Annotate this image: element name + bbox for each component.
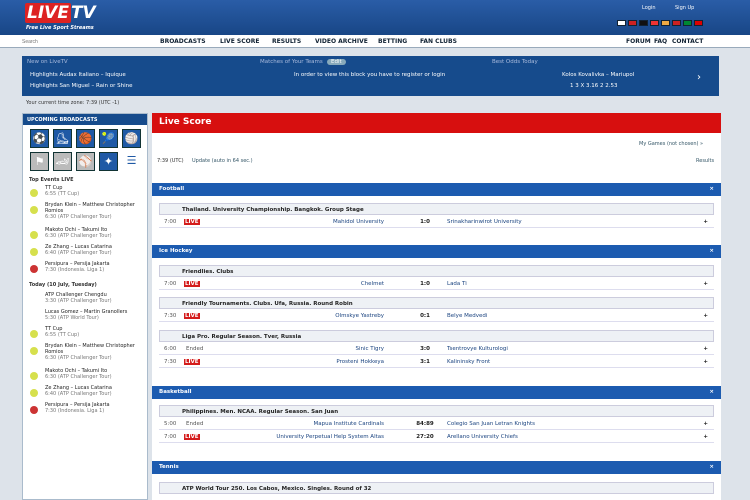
league-row[interactable]: Friendlies. Clubs (159, 265, 714, 277)
ball-icon (30, 189, 38, 197)
close-icon: × (709, 248, 714, 254)
league-row[interactable]: Philippines. Men. NCAA. Regular Season. … (159, 405, 714, 417)
news-bar: New on LiveTV Highlights Audax Italiano … (22, 56, 719, 96)
section-basketball[interactable]: Basketball × (152, 386, 721, 399)
table-row[interactable]: 7:30 LIVE Olmskye Yastreby 0:1 Belye Medvedi… (159, 310, 714, 322)
table-row[interactable]: 7:00 LIVE University Perpetual Help System… (159, 431, 714, 443)
odds-values[interactable]: 1 3 X 3.16 2 2.53 (570, 83, 618, 89)
my-games-link[interactable]: My Games (not chosen) » (639, 141, 703, 147)
close-icon: × (709, 464, 714, 470)
current-time: 7:39 (UTC) (157, 158, 184, 164)
search-input[interactable] (22, 37, 152, 46)
league-row[interactable]: ATP World Tour 250. Los Cabos, Mexico. S… (159, 482, 714, 494)
login-link[interactable]: Login (642, 5, 656, 11)
ball-icon (30, 248, 38, 256)
list-item[interactable]: Brydan Klein – Matthew Christopher Romio… (23, 343, 147, 368)
next-arrow-icon[interactable]: › (697, 72, 701, 83)
section-tennis[interactable]: Tennis × (152, 461, 721, 474)
league-row[interactable]: Thailand. University Championship. Bangk… (159, 203, 714, 215)
list-item[interactable]: Makoto Ochi – Takumi Ito 6:30 (ATP Challe… (23, 227, 147, 244)
update-link[interactable]: Update (auto in 64 sec.) (192, 158, 253, 164)
highlight-2[interactable]: Highlights San Miguel – Rain or Shine (30, 83, 133, 89)
close-icon: × (709, 186, 714, 192)
nav-forum[interactable]: FORUM (626, 38, 651, 45)
table-row[interactable]: 7:30 LIVE Prosteni Hokkeya 3:1 Kalininsky Fr… (159, 356, 714, 368)
signup-link[interactable]: Sign Up (675, 5, 694, 11)
sport-athletics-icon[interactable]: ✦ (99, 152, 118, 171)
language-flags[interactable] (617, 20, 703, 26)
tagline: Free Live Sport Streams (26, 25, 94, 31)
nav-broadcasts[interactable]: BROADCASTS (160, 38, 206, 45)
nav-contact[interactable]: CONTACT (672, 38, 703, 45)
sidebar-title: UPCOMING BROADCASTS (23, 114, 147, 125)
sport-football-icon[interactable]: ⚽ (30, 129, 49, 148)
ball-icon (30, 406, 38, 414)
new-title: New on LiveTV (27, 59, 68, 65)
sport-tennis-icon[interactable]: 🎾 (99, 129, 118, 148)
ball-icon (30, 347, 38, 355)
results-link[interactable]: Results (696, 158, 714, 164)
odds-title: Best Odds Today (492, 59, 538, 65)
nav-fan-clubs[interactable]: FAN CLUBS (420, 38, 457, 45)
league-row[interactable]: Friendly Tournaments. Clubs. Ufa, Russia… (159, 297, 714, 309)
nav-results[interactable]: RESULTS (272, 38, 301, 45)
highlight-1[interactable]: Highlights Audax Italiano – Iquique (30, 72, 126, 78)
list-item[interactable]: Ze Zhang – Lucas Catarina 6:40 (ATP Chall… (23, 244, 147, 261)
main-nav: BROADCASTS LIVE SCORE RESULTS VIDEO ARCH… (0, 35, 750, 48)
site-header: LIVE TV Free Live Sport Streams Login Sig… (0, 0, 750, 35)
list-item[interactable]: Persipura – Persija Jakarta 7:30 (Indones… (23, 402, 147, 419)
ball-icon (30, 206, 38, 214)
close-icon: × (709, 389, 714, 395)
top-events-title: Top Events LIVE (29, 177, 74, 183)
ball-icon (30, 231, 38, 239)
sidebar: UPCOMING BROADCASTS ⚽ ⛸ 🏀 🎾 🏐 ⚑ 🏎 ⚾ ✦ ☰ Top Even… (22, 113, 148, 500)
section-ice-hockey[interactable]: Ice Hockey × (152, 245, 721, 258)
ball-icon (30, 389, 38, 397)
live-score-panel: Live Score My Games (not chosen) » 7:39 … (152, 113, 721, 500)
sport-hockey-icon[interactable]: ⛸ (53, 129, 72, 148)
page-title: Live Score (152, 113, 721, 133)
list-item[interactable]: TT Cup 6:55 (TT Cup) (23, 326, 147, 343)
list-item[interactable]: TT Cup 6:55 (TT Cup) (23, 185, 147, 202)
section-football[interactable]: Football × (152, 183, 721, 196)
nav-live-score[interactable]: LIVE SCORE (220, 38, 259, 45)
table-row[interactable]: 6:00 Ended Sinic Tigry 3:0 Tsentrovye Kultur… (159, 343, 714, 355)
table-row[interactable]: 7:00 LIVE Mahidol University 1:0 Srinakharin… (159, 216, 714, 228)
timezone-text: Your current time zone: 7:39 (UTC -1) (26, 100, 120, 106)
sport-handball-icon[interactable]: ⚾ (76, 152, 95, 171)
list-item[interactable]: Makoto Ochi – Takumi Ito 6:30 (ATP Challe… (23, 368, 147, 385)
nav-faq[interactable]: FAQ (654, 38, 667, 45)
sport-basketball-icon[interactable]: 🏀 (76, 129, 95, 148)
table-row[interactable]: 7:00 LIVE Chelmet 1:0 Lada Ti + (159, 278, 714, 290)
list-item[interactable]: Persipura – Persija Jakarta 7:30 (Indones… (23, 261, 147, 278)
teams-message[interactable]: In order to view this block you have to … (294, 72, 445, 78)
sport-motor-icon[interactable]: 🏎 (53, 152, 72, 171)
odds-match[interactable]: Kolos Kovalivka – Mariupol (562, 72, 634, 78)
sport-volleyball-icon[interactable]: 🏐 (122, 129, 141, 148)
edit-button[interactable]: Edit (327, 59, 346, 65)
list-item[interactable]: Lucas Gomez – Martin Granollers 5:30 (ATP… (23, 309, 147, 326)
today-title: Today (10 July, Tuesday) (29, 282, 97, 288)
nav-betting[interactable]: BETTING (378, 38, 407, 45)
ball-icon (30, 372, 38, 380)
league-row[interactable]: Liga Pro. Regular Season. Tver, Russia (159, 330, 714, 342)
ball-icon (30, 330, 38, 338)
table-row[interactable]: 5:00 Ended Mapua Institute Cardinals 84:89 C… (159, 418, 714, 430)
sport-icons: ⚽ ⛸ 🏀 🎾 🏐 ⚑ 🏎 ⚾ ✦ ☰ (23, 125, 147, 175)
list-item[interactable]: ATP Challenger Chengdu 3:30 (ATP Challeng… (23, 292, 147, 309)
livetv-logo[interactable]: LIVE TV (25, 3, 96, 23)
sport-other-icon[interactable]: ⚑ (30, 152, 49, 171)
nav-video-archive[interactable]: VIDEO ARCHIVE (315, 38, 368, 45)
list-item[interactable]: Brydan Klein – Matthew Christopher Romio… (23, 202, 147, 227)
ball-icon (30, 265, 38, 273)
menu-icon[interactable]: ☰ (122, 152, 141, 171)
teams-title: Matches of Your Teams (260, 59, 323, 65)
list-item[interactable]: Ze Zhang – Lucas Catarina 6:40 (ATP Chall… (23, 385, 147, 402)
